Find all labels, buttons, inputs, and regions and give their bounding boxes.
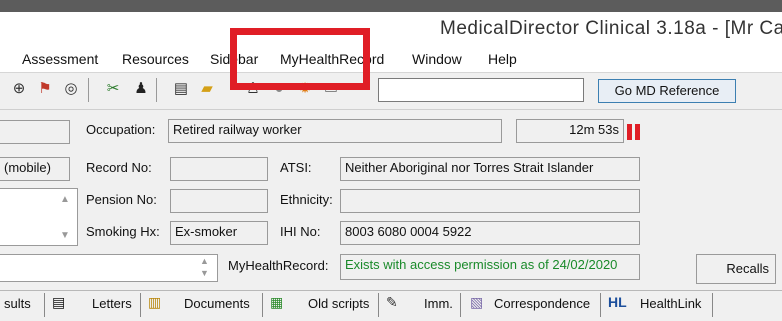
menu-help[interactable]: Help [488,51,517,67]
menu-resources[interactable]: Resources [122,51,189,67]
menu-assessment[interactable]: Assessment [22,51,98,67]
menu-bar [0,44,782,72]
left-field-top [0,120,70,144]
ethnicity-label: Ethnicity: [280,192,333,207]
spin-down-icon[interactable]: ▼ [200,268,209,278]
tab-separator [600,293,601,317]
record-no-label: Record No: [86,160,152,175]
occupation-label: Occupation: [86,122,156,137]
ihi-field[interactable]: 8003 6080 0004 5922 [340,221,640,245]
tab-separator [712,293,713,317]
alert-icon[interactable]: ⚑ [36,80,54,98]
tab-separator [140,293,141,317]
tab-correspondence[interactable]: Correspondence [494,296,590,311]
occupation-field[interactable]: Retired railway worker [168,119,502,143]
tab-separator [460,293,461,317]
tab-separator [262,293,263,317]
reference-search-input[interactable] [378,78,584,102]
atsi-label: ATSI: [280,160,312,175]
scroll-down-icon[interactable]: ▼ [60,230,70,241]
spin-up-icon[interactable]: ▲ [200,256,209,266]
correspondence-icon: ▧ [470,294,484,310]
tab-immunisation[interactable]: Imm. [424,296,453,311]
letters-icon: ▤ [52,294,66,310]
documents-icon: ▥ [148,294,162,310]
pause-icon[interactable] [627,124,643,140]
recalls-button[interactable]: Recalls [696,254,776,284]
scroll-up-icon[interactable]: ▲ [60,194,70,205]
myhealthrecord-status: Exists with access permission as of 24/0… [340,254,640,280]
title-bar-strip [0,0,782,12]
cd-icon[interactable]: ◎ [62,80,80,98]
toolbar-separator [156,78,157,102]
menu-window[interactable]: Window [412,51,462,67]
old-scripts-icon: ▦ [270,294,284,310]
print-icon[interactable]: ▤ [172,80,190,98]
pension-no-label: Pension No: [86,192,157,207]
person-icon[interactable]: ♟ [132,80,150,98]
tab-separator [44,293,45,317]
consult-timer: 12m 53s [516,119,624,143]
tools-icon[interactable]: ✂ [104,80,122,98]
record-no-field[interactable] [170,157,268,181]
tab-documents[interactable]: Documents [184,296,250,311]
smoking-field[interactable]: Ex-smoker [170,221,268,245]
notes-field[interactable] [0,254,218,282]
immunisation-icon: ✎ [386,294,398,310]
ihi-label: IHI No: [280,224,321,239]
myhealthrecord-label: MyHealthRecord: [228,258,329,273]
toolbar-separator [88,78,89,102]
smoking-label: Smoking Hx: [86,224,160,239]
at-icon[interactable]: ⊕ [10,80,28,98]
healthlink-icon: HL [608,294,627,310]
ethnicity-field[interactable] [340,189,640,213]
contact-field[interactable]: (mobile) [0,157,70,181]
tab-healthlink[interactable]: HealthLink [640,296,701,311]
folder-icon[interactable]: ▰ [198,80,216,98]
tab-letters[interactable]: Letters [92,296,132,311]
go-md-reference-button[interactable]: Go MD Reference [598,79,736,103]
tab-separator [378,293,379,317]
tab-old-scripts[interactable]: Old scripts [308,296,369,311]
pension-no-field[interactable] [170,189,268,213]
window-title: MedicalDirector Clinical 3.18a - [Mr Ca [440,18,782,39]
atsi-field[interactable]: Neither Aboriginal nor Torres Strait Isl… [340,157,640,181]
tab-results[interactable]: sults [4,296,31,311]
highlight-box [230,28,370,90]
